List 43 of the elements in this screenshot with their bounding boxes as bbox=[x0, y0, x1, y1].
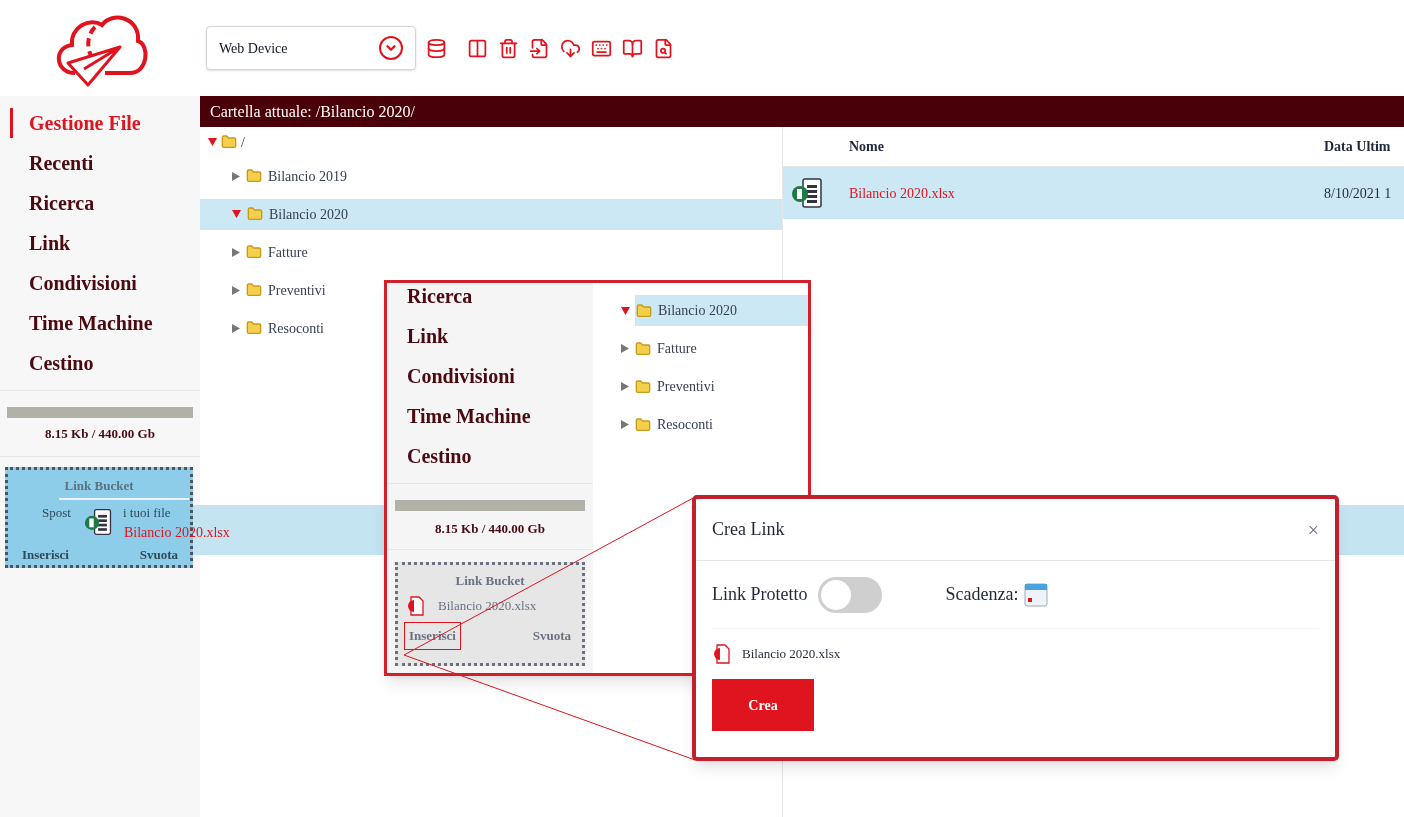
sidebar-item[interactable]: Recenti bbox=[10, 148, 200, 178]
close-button[interactable]: × bbox=[1307, 514, 1319, 545]
sidebar-item[interactable]: Time Machine bbox=[10, 308, 200, 338]
empty-link[interactable]: Svuota bbox=[527, 622, 576, 650]
tree-item[interactable]: Bilancio 2019 bbox=[200, 160, 351, 192]
bucket-hint: Spost bbox=[42, 504, 71, 522]
tree-item[interactable]: Bilancio 2020 bbox=[200, 198, 782, 230]
device-select[interactable]: Web Device bbox=[206, 26, 416, 70]
sidebar-item[interactable]: Time Machine bbox=[407, 403, 593, 433]
expiry-label: Scadenza: bbox=[945, 583, 1019, 606]
tree-item[interactable]: Preventivi bbox=[593, 371, 808, 402]
column-header[interactable]: Nome bbox=[849, 136, 1324, 157]
file-name[interactable]: Bilancio 2020.xlsx bbox=[849, 182, 1324, 204]
storage-text: 8.15 Kb / 440.00 Gb bbox=[45, 425, 155, 443]
breadcrumb-text: Cartella attuale: /Bilancio 2020/ bbox=[210, 101, 415, 122]
sidebar-item[interactable]: Link bbox=[10, 228, 200, 258]
bucket-title: Link Bucket bbox=[64, 476, 134, 495]
dialog-file-name: Bilancio 2020.xlsx bbox=[742, 645, 841, 664]
sidebar-item[interactable]: Ricerca bbox=[407, 283, 593, 313]
column-header[interactable]: Data Ultim bbox=[1324, 136, 1391, 157]
sidebar-item[interactable]: Link bbox=[407, 323, 593, 353]
toggle-label: Link Protetto bbox=[712, 583, 808, 606]
tree-item[interactable]: Resoconti bbox=[593, 409, 808, 440]
tree-item[interactable]: Preventivi bbox=[200, 274, 330, 306]
bucket-hint: i tuoi file bbox=[122, 504, 171, 522]
tree-item[interactable]: Resoconti bbox=[200, 312, 328, 344]
dragged-file-name: Bilancio 2020.xlsx bbox=[124, 525, 230, 541]
sidebar-item[interactable]: Condivisioni bbox=[407, 363, 593, 393]
insert-link[interactable]: Inserisci bbox=[22, 544, 69, 564]
tree-item[interactable]: Fatture bbox=[200, 236, 312, 268]
sidebar-item[interactable]: Condivisioni bbox=[10, 268, 200, 298]
file-date: 8/10/2021 1 bbox=[1324, 184, 1392, 203]
bucket-title: Link Bucket bbox=[455, 571, 525, 590]
storage-text: 8.15 Kb / 440.00 Gb bbox=[435, 520, 545, 538]
empty-link[interactable]: Svuota bbox=[139, 544, 178, 564]
tree-item[interactable]: / bbox=[241, 131, 245, 153]
tree-item[interactable]: Fatture bbox=[593, 333, 808, 364]
create-button[interactable]: Crea bbox=[712, 679, 814, 731]
file-row[interactable]: Bilancio 2020.xlsx 8/10/2021 1 bbox=[783, 167, 1404, 219]
sidebar-item[interactable]: Cestino bbox=[10, 348, 200, 378]
sidebar-item[interactable]: Ricerca bbox=[10, 188, 200, 218]
sidebar-item[interactable]: Cestino bbox=[407, 443, 593, 473]
dialog-title: Crea Link bbox=[712, 518, 785, 541]
